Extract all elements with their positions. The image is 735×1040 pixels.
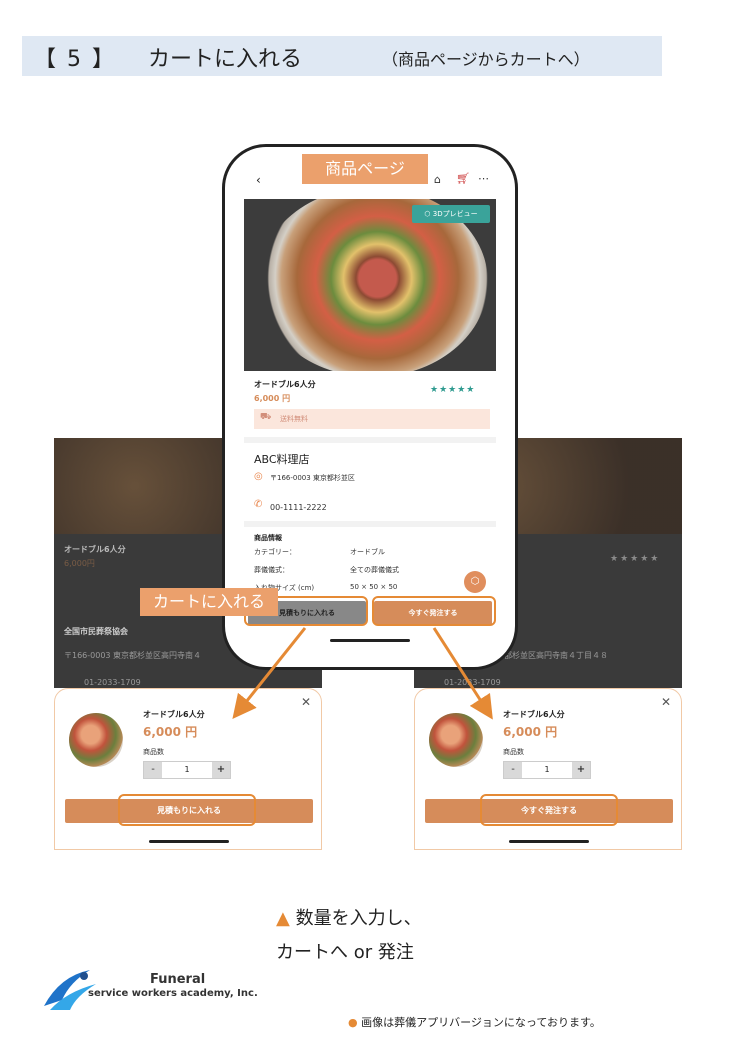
shipping-badge: ⛟ 送料無料 — [254, 409, 490, 429]
platter-image — [258, 199, 488, 371]
caption-text: 数量を入力し、 — [295, 908, 422, 929]
home-indicator — [330, 639, 410, 642]
home-indicator — [149, 840, 229, 843]
order-button-highlight — [480, 794, 618, 826]
bg-address: 都杉並区高円寺南４丁目４８ — [504, 651, 608, 660]
shipping-label: 送料無料 — [280, 415, 308, 423]
quantity-stepper: - 1 + — [143, 761, 231, 779]
decrement-button[interactable]: - — [144, 762, 162, 778]
product-thumbnail — [69, 713, 123, 767]
more-icon[interactable]: ⋯ — [478, 172, 489, 185]
truck-icon: ⛟ — [260, 412, 272, 422]
section-title: カートに入れる — [148, 47, 303, 72]
info-value: オードブル — [350, 548, 385, 556]
caption-line1: ▲ 数量を入力し、 — [276, 904, 422, 930]
section-title-bar: 【 5 】 カートに入れる （商品ページからカートへ） — [22, 36, 662, 76]
info-value: 全ての葬儀儀式 — [350, 566, 399, 574]
product-price: 6,000 円 — [254, 394, 291, 403]
close-icon[interactable]: ✕ — [301, 695, 311, 709]
caption-line2: カートへ or 発注 — [276, 942, 414, 963]
phone-icon: ✆ — [254, 499, 263, 510]
bg-rating-stars: ★★★★★ — [610, 554, 661, 564]
add-to-cart-callout: カートに入れる — [140, 588, 278, 616]
footnote-text: 画像は葬儀アプリバージョンになっております。 — [361, 1016, 601, 1029]
quantity-label: 商品数 — [503, 748, 524, 756]
step-number: 【 5 】 — [34, 47, 116, 72]
increment-button[interactable]: + — [212, 762, 230, 778]
3d-preview-button[interactable]: ⬡ 3Dプレビュー — [412, 205, 490, 223]
product-thumbnail — [429, 713, 483, 767]
bullet-icon: ● — [348, 1016, 358, 1029]
location-pin-icon: ◎ — [254, 471, 263, 482]
bg-shop-name: 全国市民葬祭協会 — [64, 627, 128, 636]
bg-product-name: オードブル6人分 — [64, 545, 126, 554]
divider — [244, 521, 496, 527]
sheet-product-price: 6,000 円 — [503, 725, 558, 739]
bg-address: 〒166-0003 東京都杉並区高円寺南４ — [64, 651, 202, 660]
bg-tel: 01-2033-1709 — [444, 678, 501, 687]
cart-icon[interactable]: 🛒︎ — [456, 172, 470, 185]
sheet-product-price: 6,000 円 — [143, 725, 198, 739]
shop-tel[interactable]: 00-1111-2222 — [270, 503, 327, 512]
bg-tel: 01-2033-1709 — [84, 678, 141, 687]
home-indicator — [509, 840, 589, 843]
home-icon[interactable]: ⌂ — [434, 173, 441, 186]
product-page-callout: 商品ページ — [302, 154, 428, 184]
increment-button[interactable]: + — [572, 762, 590, 778]
product-name: オードブル6人分 — [254, 380, 316, 389]
info-value: 50 × 50 × 50 — [350, 583, 398, 591]
product-photo — [244, 199, 496, 371]
decrement-button[interactable]: - — [504, 762, 522, 778]
rating-stars: ★★★★★ — [430, 385, 476, 395]
section-subtitle: （商品ページからカートへ） — [382, 50, 590, 69]
product-page-screen: ‹ ⌂ 🛒︎ ⋯ ⬡ 3Dプレビュー オードブル6人分 6,000 円 ★★★★… — [244, 161, 496, 657]
ar-view-button[interactable]: ⬡ — [464, 571, 486, 593]
sheet-product-name: オードブル6人分 — [143, 710, 205, 719]
quote-button-highlight — [118, 794, 256, 826]
cube-icon: ⬡ — [424, 210, 431, 218]
shop-name: ABC料理店 — [254, 453, 310, 466]
shop-address: 〒166-0003 東京都杉並区 — [270, 474, 355, 482]
quantity-stepper: - 1 + — [503, 761, 591, 779]
quantity-value[interactable]: 1 — [522, 762, 572, 778]
close-icon[interactable]: ✕ — [661, 695, 671, 709]
logo-name: Funeral — [150, 972, 206, 987]
bg-product-price: 6,000円 — [64, 559, 95, 568]
sheet-product-name: オードブル6人分 — [503, 710, 565, 719]
order-button-highlight — [372, 596, 496, 626]
info-label: カテゴリー： — [254, 548, 296, 556]
3d-preview-label: 3Dプレビュー — [432, 210, 478, 218]
divider — [244, 437, 496, 443]
info-label: 葬儀儀式： — [254, 566, 289, 574]
footnote: ● 画像は葬儀アプリバージョンになっております。 — [348, 1014, 601, 1030]
back-icon[interactable]: ‹ — [256, 173, 261, 187]
cube-icon: ⬡ — [470, 576, 480, 587]
quantity-label: 商品数 — [143, 748, 164, 756]
logo-subtitle: service workers academy, Inc. — [88, 988, 258, 999]
product-info-title: 商品情報 — [254, 534, 282, 542]
triangle-icon: ▲ — [276, 908, 290, 929]
quantity-value[interactable]: 1 — [162, 762, 212, 778]
